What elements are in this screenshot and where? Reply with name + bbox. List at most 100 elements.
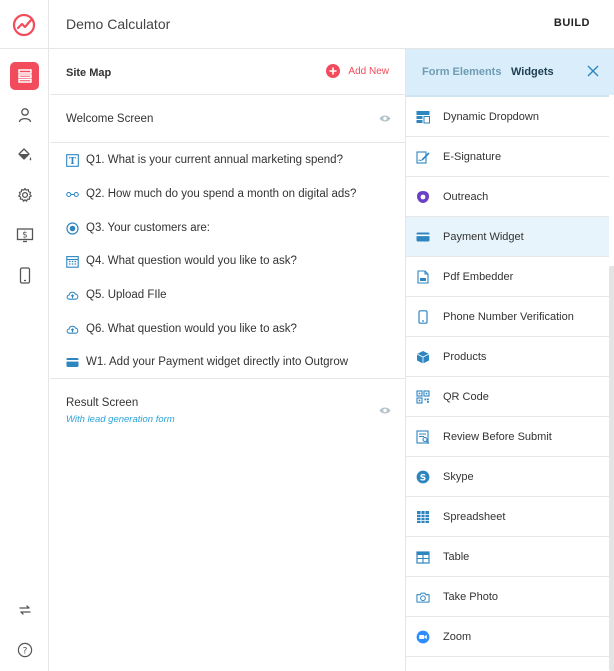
widget-label: Zoom bbox=[443, 630, 472, 643]
widget-label: E-Signature bbox=[443, 150, 502, 163]
plus-circle-icon bbox=[326, 64, 341, 78]
list-item[interactable]: Q3. Your customers are: bbox=[66, 218, 396, 238]
result-screen-item[interactable]: Result Screen With lead generation form bbox=[50, 379, 405, 439]
widget-item-e-signature[interactable]: E-Signature bbox=[406, 137, 609, 177]
tab-widgets[interactable]: Widgets bbox=[511, 66, 554, 78]
rail-item-help[interactable]: ? bbox=[10, 636, 39, 664]
card-icon bbox=[66, 356, 79, 369]
review-icon bbox=[416, 430, 430, 444]
svg-text:$: $ bbox=[22, 231, 27, 241]
sitemap-header: Site Map Add New bbox=[50, 49, 405, 95]
widget-label: Skype bbox=[443, 470, 474, 483]
widget-item-table[interactable]: Table bbox=[406, 537, 609, 577]
rail-item-sitemap[interactable] bbox=[10, 62, 39, 90]
add-new-label: Add New bbox=[348, 65, 389, 77]
build-button[interactable]: BUILD bbox=[554, 17, 590, 29]
widget-item-products[interactable]: Products bbox=[406, 337, 609, 377]
list-item[interactable]: W1. Add your Payment widget directly int… bbox=[66, 352, 396, 372]
card-icon bbox=[416, 230, 430, 244]
outreach-icon bbox=[416, 190, 430, 204]
pdf-icon bbox=[416, 270, 430, 284]
rail-item-settings[interactable] bbox=[10, 181, 39, 209]
upload-cloud-icon bbox=[66, 289, 79, 302]
widget-item-phone-number-verification[interactable]: Phone Number Verification bbox=[406, 297, 609, 337]
slider-icon bbox=[66, 188, 79, 201]
list-item[interactable]: T Q1. What is your current annual market… bbox=[66, 150, 396, 170]
svg-text:S: S bbox=[420, 473, 426, 483]
widget-list: Dynamic Dropdown E-Signature Outreach Pa… bbox=[406, 95, 609, 671]
widget-label: Review Before Submit bbox=[443, 430, 552, 443]
widget-label: Payment Widget bbox=[443, 230, 524, 243]
list-item[interactable]: Q4. What question would you like to ask? bbox=[66, 251, 396, 271]
upload-cloud-icon bbox=[66, 323, 79, 336]
rail-item-user[interactable] bbox=[10, 101, 39, 129]
widget-item-pdf-embedder[interactable]: Pdf Embedder bbox=[406, 257, 609, 297]
box-icon bbox=[416, 350, 430, 364]
add-new-button[interactable]: Add New bbox=[326, 64, 389, 78]
sitemap-panel: Site Map Add New Welcome Screen T Q1. Wh… bbox=[50, 49, 405, 671]
app-title: Demo Calculator bbox=[66, 16, 171, 32]
svg-text:?: ? bbox=[22, 646, 27, 656]
widget-item-review-before-submit[interactable]: Review Before Submit bbox=[406, 417, 609, 457]
rail-item-sync[interactable] bbox=[10, 596, 39, 624]
widget-label: Spreadsheet bbox=[443, 510, 506, 523]
eye-icon[interactable] bbox=[379, 406, 391, 415]
table-icon bbox=[416, 550, 430, 564]
eye-icon[interactable] bbox=[379, 114, 391, 123]
logo[interactable] bbox=[0, 0, 49, 49]
gear-icon bbox=[17, 187, 32, 202]
question-list: T Q1. What is your current annual market… bbox=[50, 143, 405, 379]
widget-label: Table bbox=[443, 550, 470, 563]
widget-item-zoom[interactable]: Zoom bbox=[406, 617, 609, 657]
widget-item-spreadsheet[interactable]: Spreadsheet bbox=[406, 497, 609, 537]
question-label: Q3. Your customers are: bbox=[86, 222, 211, 234]
question-label: Q6. What question would you like to ask? bbox=[86, 323, 297, 335]
phone-icon bbox=[416, 310, 430, 324]
widget-label: QR Code bbox=[443, 390, 489, 403]
question-label: Q1. What is your current annual marketin… bbox=[86, 154, 343, 166]
spreadsheet-icon bbox=[416, 510, 430, 524]
camera-icon bbox=[416, 590, 430, 604]
welcome-screen-label: Welcome Screen bbox=[66, 113, 154, 125]
help-icon: ? bbox=[17, 642, 32, 658]
left-rail: $ ? bbox=[0, 49, 49, 671]
rail-item-pricing[interactable]: $ bbox=[10, 221, 39, 249]
widget-item-qr-code[interactable]: QR Code bbox=[406, 377, 609, 417]
list-item[interactable]: Q2. How much do you spend a month on dig… bbox=[66, 184, 396, 204]
zoom-icon bbox=[416, 630, 430, 644]
widget-item-payment-widget[interactable]: Payment Widget bbox=[406, 217, 609, 257]
rail-item-preview[interactable] bbox=[10, 261, 39, 289]
panel-tabs: Form Elements Widgets bbox=[406, 49, 614, 95]
rail-item-design[interactable] bbox=[10, 141, 39, 169]
widget-item-skype[interactable]: S Skype bbox=[406, 457, 609, 497]
list-item[interactable]: Q5. Upload FIle bbox=[66, 285, 396, 305]
widget-label: Dynamic Dropdown bbox=[443, 110, 539, 123]
refresh-icon bbox=[18, 605, 31, 615]
question-label: Q5. Upload FIle bbox=[86, 289, 167, 301]
outgrow-logo-icon bbox=[12, 13, 36, 36]
list-item[interactable]: Q6. What question would you like to ask? bbox=[66, 319, 396, 339]
qr-icon bbox=[416, 390, 430, 404]
top-bar: Demo Calculator BUILD bbox=[0, 0, 614, 49]
dollar-icon: $ bbox=[16, 228, 33, 243]
close-icon[interactable] bbox=[587, 65, 599, 77]
widget-label: Take Photo bbox=[443, 590, 499, 603]
welcome-screen-item[interactable]: Welcome Screen bbox=[50, 95, 405, 143]
radio-icon bbox=[66, 221, 79, 235]
widget-list-scrollbar[interactable] bbox=[609, 266, 614, 671]
sitemap-icon bbox=[17, 69, 32, 83]
question-label: W1. Add your Payment widget directly int… bbox=[86, 356, 349, 368]
widget-label: Products bbox=[443, 350, 487, 363]
widget-item-dynamic-dropdown[interactable]: Dynamic Dropdown bbox=[406, 97, 609, 137]
signature-icon bbox=[416, 150, 430, 164]
result-screen-label: Result Screen bbox=[66, 397, 139, 409]
paint-bucket-icon bbox=[18, 148, 32, 161]
widget-item-take-photo[interactable]: Take Photo bbox=[406, 577, 609, 617]
question-label: Q4. What question would you like to ask? bbox=[86, 255, 297, 267]
skype-icon: S bbox=[416, 470, 430, 484]
tab-form-elements[interactable]: Form Elements bbox=[422, 66, 501, 78]
widget-item-outreach[interactable]: Outreach bbox=[406, 177, 609, 217]
dropdown-icon bbox=[416, 110, 430, 124]
mobile-icon bbox=[19, 266, 30, 284]
widget-label: Pdf Embedder bbox=[443, 270, 514, 283]
